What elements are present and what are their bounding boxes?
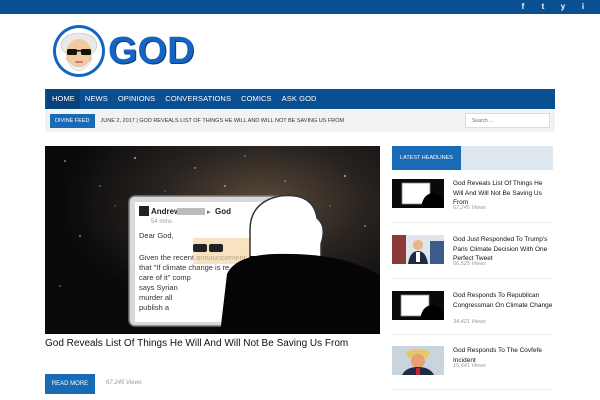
article-thumbnail[interactable] <box>392 291 444 320</box>
news-ticker: DIVINE FEED JUNE 2, 2017 | GOD REVEALS L… <box>45 110 555 132</box>
twitter-icon[interactable]: t <box>538 1 548 12</box>
search-input[interactable] <box>465 113 550 128</box>
site-logo[interactable]: GOD <box>52 24 195 78</box>
letter-line: Dear God, <box>139 231 174 240</box>
youtube-icon[interactable]: y <box>558 1 568 12</box>
article-views: 15,641 Views <box>453 363 486 369</box>
letter-line: publish a <box>139 303 170 312</box>
nav-item-news[interactable]: NEWS <box>80 89 113 109</box>
top-bar: f t y i <box>0 0 600 14</box>
god-face-icon <box>53 25 105 77</box>
list-item: God Responds To The Covfefe Incident 15,… <box>392 346 553 390</box>
svg-text:▸: ▸ <box>207 209 211 216</box>
nav-item-home[interactable]: HOME <box>47 89 80 109</box>
instagram-icon[interactable]: i <box>578 1 588 12</box>
article-title[interactable]: God Reveals List Of Things He Will And W… <box>453 179 553 208</box>
sidebar-header: LATEST HEADLINES <box>392 146 553 170</box>
read-more-button[interactable]: READ MORE <box>45 374 95 394</box>
nav-item-ask-god[interactable]: ASK GOD <box>277 89 322 109</box>
nav-item-opinions[interactable]: OPINIONS <box>113 89 160 109</box>
list-item: God Just Responded To Trump's Paris Clim… <box>392 235 553 279</box>
hero-headline[interactable]: God Reveals List Of Things He Will And W… <box>45 337 380 350</box>
article-title[interactable]: God Just Responded To Trump's Paris Clim… <box>453 235 553 264</box>
article-title[interactable]: God Responds To Republican Congressman O… <box>453 291 553 310</box>
ticker-text[interactable]: JUNE 2, 2017 | GOD REVEALS LIST OF THING… <box>101 118 345 124</box>
social-links: f t y i <box>518 1 588 12</box>
article-thumbnail[interactable] <box>392 235 444 264</box>
letter-line: says Syrian <box>139 283 178 292</box>
site-logo-text: GOD <box>108 29 195 72</box>
ticker-tag: DIVINE FEED <box>50 114 95 128</box>
article-views: 34,421 Views <box>453 319 486 325</box>
letter-name: Andrew <box>151 207 181 216</box>
letter-time: 54 mins <box>151 219 172 225</box>
list-item: God Reveals List Of Things He Will And W… <box>392 179 553 223</box>
letter-to: God <box>215 207 231 216</box>
letter-line: that "If climate change is re <box>139 263 229 272</box>
article-thumbnail[interactable] <box>392 179 444 208</box>
nav-item-conversations[interactable]: CONVERSATIONS <box>160 89 236 109</box>
nav-item-comics[interactable]: COMICS <box>236 89 277 109</box>
list-item: God Responds To Republican Congressman O… <box>392 291 553 335</box>
article-thumbnail[interactable] <box>392 346 444 375</box>
hero-view-count: 67,245 Views <box>106 380 142 386</box>
article-views: 67,245 Views <box>453 205 486 211</box>
hero-image[interactable]: Andrew ▸ God 54 mins Dear God, Given the… <box>45 146 380 334</box>
facebook-icon[interactable]: f <box>518 1 528 12</box>
letter-line: care of it" comp <box>139 273 191 282</box>
sidebar-header-label[interactable]: LATEST HEADLINES <box>392 146 461 170</box>
hero-illustration: Andrew ▸ God 54 mins Dear God, Given the… <box>45 146 380 334</box>
article-views: 66,525 Views <box>453 261 486 267</box>
main-nav: HOME NEWS OPINIONS CONVERSATIONS COMICS … <box>45 89 555 109</box>
letter-line: murder all <box>139 293 173 302</box>
